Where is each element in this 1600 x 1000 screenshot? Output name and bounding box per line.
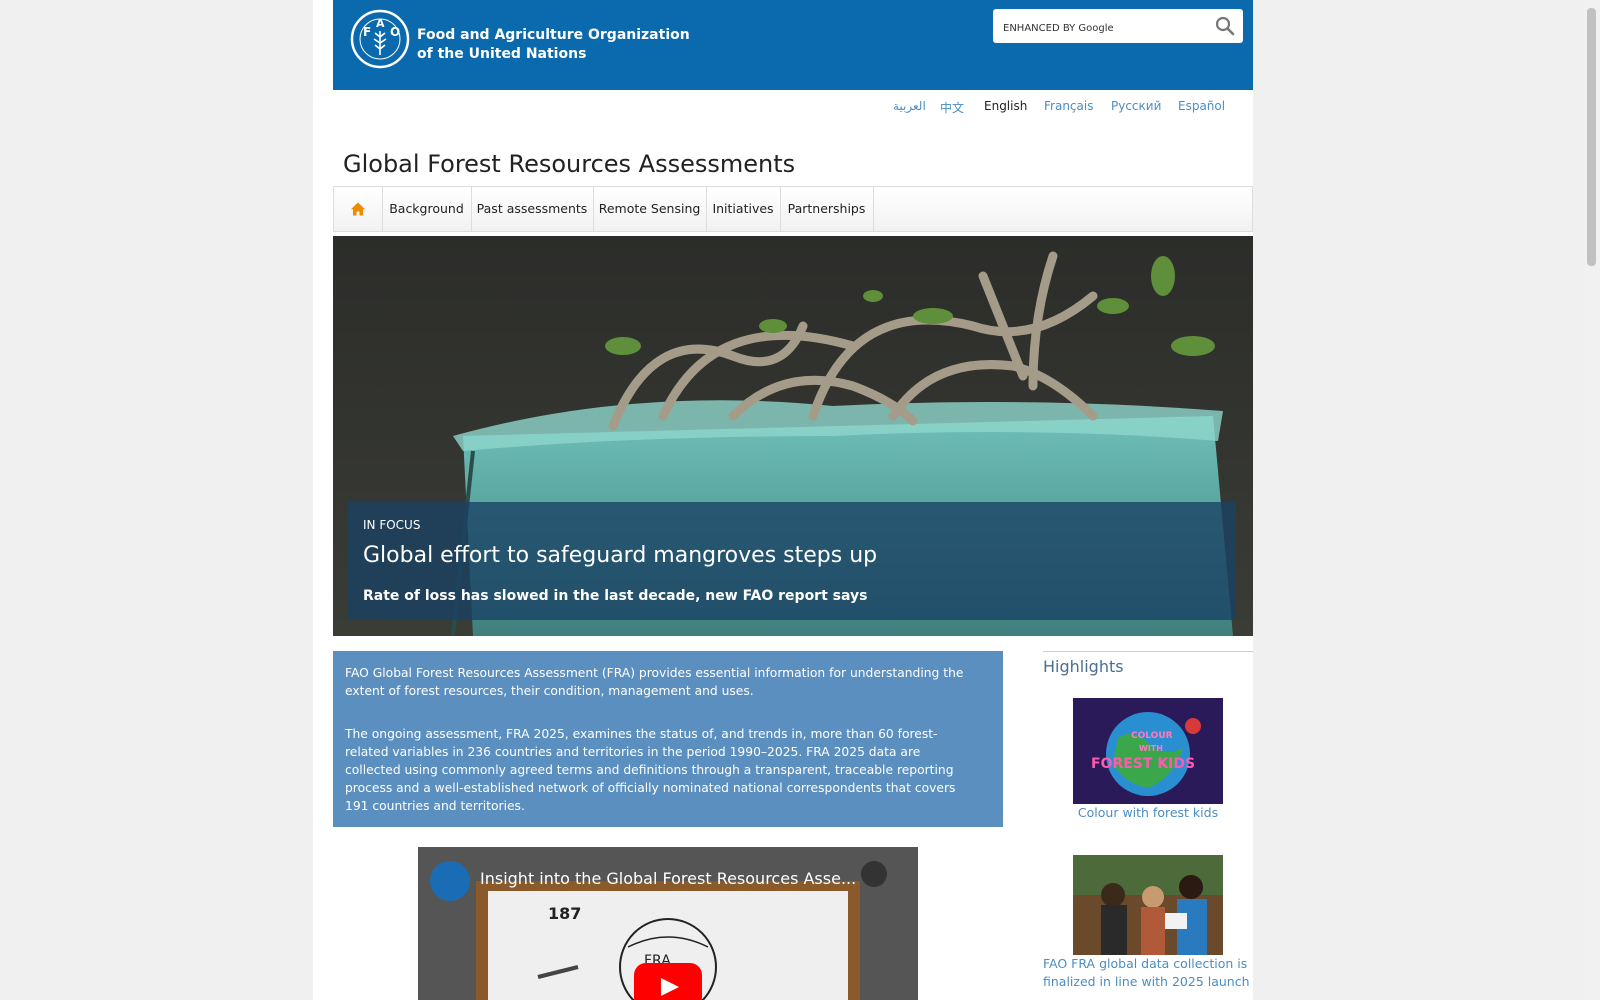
svg-text:187: 187 bbox=[548, 904, 581, 923]
svg-text:WITH: WITH bbox=[1139, 744, 1163, 753]
highlight-1-link[interactable]: Colour with forest kids bbox=[1043, 805, 1253, 820]
hero-banner[interactable]: IN FOCUS Global effort to safeguard mang… bbox=[333, 236, 1253, 636]
site-header: F O A Food and Agriculture Organization … bbox=[333, 0, 1253, 90]
lang-russian[interactable]: Русский bbox=[1111, 99, 1161, 113]
highlights-title: Highlights bbox=[1043, 657, 1124, 676]
lang-arabic[interactable]: العربية bbox=[893, 99, 926, 113]
highlight-2-thumbnail[interactable] bbox=[1073, 855, 1223, 955]
hero-kicker: IN FOCUS bbox=[363, 518, 421, 532]
hero-caption[interactable]: IN FOCUS Global effort to safeguard mang… bbox=[348, 502, 1236, 620]
svg-text:A: A bbox=[376, 17, 385, 30]
highlight-1-thumbnail[interactable]: COLOUR WITH FOREST KIDS bbox=[1073, 698, 1223, 804]
video-title[interactable]: Insight into the Global Forest Resources… bbox=[480, 869, 856, 888]
nav-item-initiatives[interactable]: Initiatives bbox=[706, 187, 781, 231]
lang-chinese[interactable]: 中文 bbox=[940, 99, 964, 116]
language-bar: العربية 中文 English Français Русский Espa… bbox=[0, 99, 1600, 119]
nav-item-past-assessments[interactable]: Past assessments bbox=[471, 187, 594, 231]
page-title: Global Forest Resources Assessments bbox=[343, 150, 796, 178]
search-box bbox=[993, 9, 1243, 43]
nav-item-background[interactable]: Background bbox=[382, 187, 472, 231]
svg-text:F: F bbox=[363, 25, 371, 39]
lang-french[interactable]: Français bbox=[1044, 99, 1093, 113]
page-scrollbar[interactable] bbox=[1583, 0, 1600, 1000]
svg-text:O: O bbox=[390, 25, 400, 39]
lang-english[interactable]: English bbox=[984, 99, 1027, 113]
fao-channel-logo[interactable] bbox=[430, 861, 470, 901]
hero-subtitle: Rate of loss has slowed in the last deca… bbox=[363, 588, 868, 604]
highlight-2-link[interactable]: FAO FRA global data collection is finali… bbox=[1043, 955, 1253, 991]
scrollbar-thumb[interactable] bbox=[1587, 8, 1596, 266]
nav-item-remote-sensing[interactable]: Remote Sensing bbox=[593, 187, 707, 231]
hero-title[interactable]: Global effort to safeguard mangroves ste… bbox=[363, 543, 877, 568]
search-input[interactable] bbox=[1001, 15, 1210, 39]
intro-panel: FAO Global Forest Resources Assessment (… bbox=[333, 651, 1003, 827]
org-name[interactable]: Food and Agriculture Organization of the… bbox=[417, 26, 690, 64]
highlights-divider bbox=[1043, 651, 1253, 652]
play-icon[interactable] bbox=[634, 963, 702, 1000]
nav-item-partnerships[interactable]: Partnerships bbox=[780, 187, 874, 231]
more-options-icon[interactable] bbox=[861, 861, 887, 887]
svg-text:FOREST KIDS: FOREST KIDS bbox=[1091, 756, 1195, 772]
lang-spanish[interactable]: Español bbox=[1178, 99, 1225, 113]
nav-home[interactable] bbox=[334, 187, 383, 231]
main-nav: Background Past assessments Remote Sensi… bbox=[333, 186, 1253, 232]
fao-logo[interactable]: F O A bbox=[350, 9, 410, 69]
org-name-line2: of the United Nations bbox=[417, 46, 587, 62]
intro-paragraph-2: The ongoing assessment, FRA 2025, examin… bbox=[345, 727, 956, 813]
org-name-line1: Food and Agriculture Organization bbox=[417, 27, 690, 43]
search-icon[interactable] bbox=[1213, 15, 1237, 37]
video-embed[interactable]: 187 FRA Insight into the Global Forest R… bbox=[418, 847, 918, 1000]
home-icon bbox=[351, 202, 365, 216]
intro-paragraph-1: FAO Global Forest Resources Assessment (… bbox=[345, 666, 964, 698]
svg-text:COLOUR: COLOUR bbox=[1131, 731, 1173, 741]
